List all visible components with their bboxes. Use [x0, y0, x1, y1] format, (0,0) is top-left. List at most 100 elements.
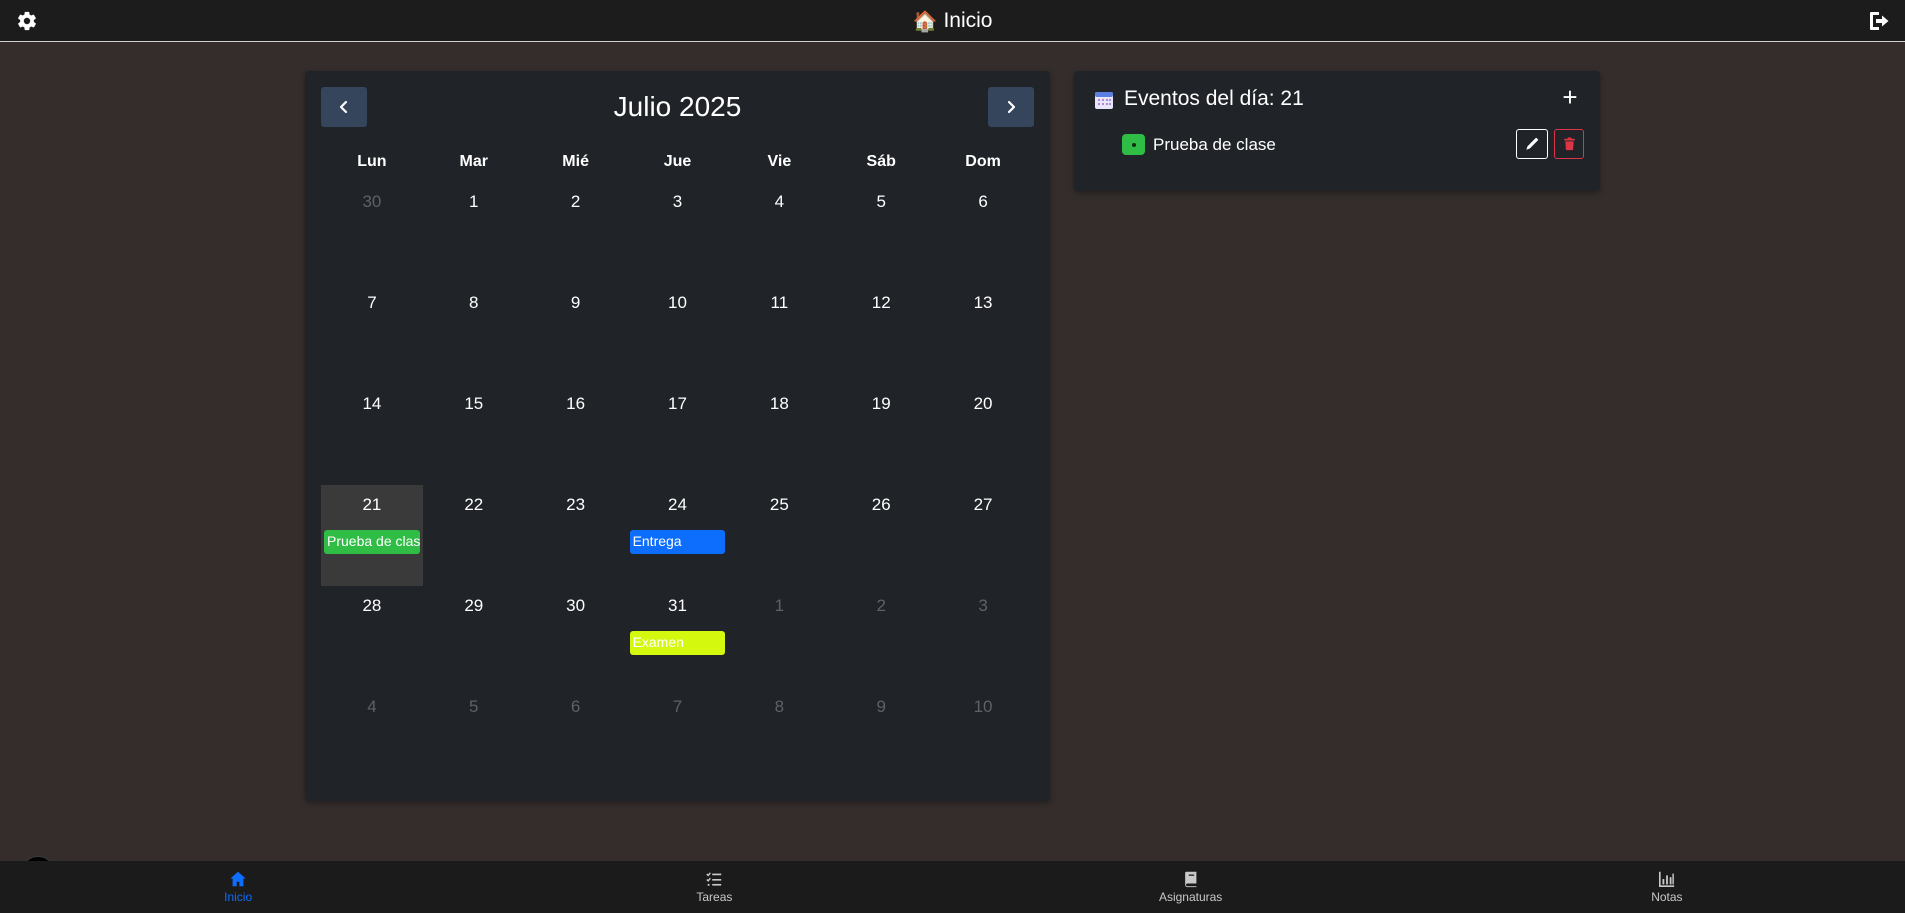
calendar-day[interactable]: 17 [627, 384, 729, 485]
calendar-day[interactable]: 22 [423, 485, 525, 586]
delete-event-button[interactable] [1554, 129, 1584, 159]
calendar-day[interactable]: 5 [423, 687, 525, 788]
day-number: 13 [973, 293, 993, 312]
calendar-event-chip[interactable]: Examen [629, 631, 726, 655]
calendar-day[interactable]: 9 [830, 687, 932, 788]
calendar-day[interactable]: 30 [321, 182, 423, 283]
nav-item-label: Notas [1651, 890, 1683, 904]
day-number: 20 [973, 394, 993, 413]
bar-chart-icon [1658, 871, 1675, 888]
calendar-day[interactable]: 10 [627, 283, 729, 384]
calendar-day[interactable]: 9 [525, 283, 627, 384]
pencil-icon [1526, 137, 1539, 150]
day-number: 31 [668, 596, 687, 615]
calendar-day[interactable]: 30 [525, 586, 627, 687]
nav-item-tareas[interactable]: Tareas [476, 861, 952, 913]
day-number: 7 [367, 293, 377, 312]
day-number: 30 [566, 596, 586, 615]
weekday-label: Lun [357, 153, 387, 170]
day-number: 2 [570, 192, 581, 211]
trash-icon [1563, 137, 1575, 151]
day-number: 3 [978, 596, 988, 615]
calendar-day[interactable]: 14 [321, 384, 423, 485]
calendar-day[interactable]: 2 [830, 586, 932, 687]
day-number: 11 [770, 293, 789, 312]
day-number: 4 [367, 697, 377, 716]
day-number: 24 [668, 495, 687, 514]
calendar-day[interactable]: 25 [728, 485, 830, 586]
calendar-day[interactable]: 4 [728, 182, 830, 283]
calendar-day[interactable]: 31 Examen [627, 586, 729, 687]
day-number: 15 [464, 394, 484, 413]
gear-icon[interactable] [16, 10, 38, 32]
calendar-event-chip[interactable]: Entrega [629, 530, 726, 554]
calendar-day[interactable]: 20 [932, 384, 1034, 485]
day-number: 1 [469, 192, 479, 211]
day-number: 1 [774, 596, 785, 615]
add-event-button[interactable]: + [1558, 84, 1582, 110]
calendar-day[interactable]: 18 [728, 384, 830, 485]
day-number: 22 [464, 495, 484, 514]
calendar-day-selected[interactable]: 21 Prueba de clase [321, 485, 423, 586]
calendar-day[interactable]: 1 [423, 182, 525, 283]
day-number: 4 [774, 192, 785, 211]
nav-item-label: Asignaturas [1158, 890, 1223, 904]
calendar-day[interactable]: 3 [932, 586, 1034, 687]
calendar-day[interactable]: 2 [525, 182, 627, 283]
calendar-day[interactable]: 6 [525, 687, 627, 788]
calendar-event-chip[interactable]: Prueba de clase [324, 530, 420, 554]
top-bar: 🏠 Inicio [0, 0, 1905, 42]
calendar-day[interactable]: 23 [525, 485, 627, 586]
edit-event-button[interactable] [1516, 129, 1548, 159]
calendar-day[interactable]: 27 [932, 485, 1034, 586]
calendar-day[interactable]: 29 [423, 586, 525, 687]
calendar-grid: 30 1 2 3 4 5 6 7 8 9 10 11 12 13 14 15 16 17 18 19 20 21 Prueb… [321, 182, 1034, 788]
day-number: 10 [973, 697, 993, 716]
task-list-icon [706, 872, 722, 886]
chevron-left-icon [339, 100, 348, 114]
calendar-day[interactable]: 28 [321, 586, 423, 687]
page-title: 🏠 Inicio [0, 0, 1905, 42]
calendar-day[interactable]: 24 Entrega [627, 485, 729, 586]
calendar-icon [1095, 92, 1113, 109]
calendar-card: Julio 2025 Lun Mar Mié Jue Vie Sáb Dom 30 1 2 3 4 5… [305, 71, 1050, 801]
calendar-day[interactable]: 4 [321, 687, 423, 788]
day-number: 14 [362, 394, 382, 413]
calendar-day[interactable]: 1 [728, 586, 830, 687]
calendar-day[interactable]: 10 [932, 687, 1034, 788]
calendar-day[interactable]: 13 [932, 283, 1034, 384]
calendar-day[interactable]: 8 [423, 283, 525, 384]
sign-out-icon[interactable] [1867, 9, 1891, 33]
nav-item-asignaturas[interactable]: Asignaturas [953, 861, 1429, 913]
calendar-day[interactable]: 8 [728, 687, 830, 788]
day-events-panel: Eventos del día: 21 + Prueba de clase [1074, 71, 1600, 191]
day-number: 30 [362, 192, 382, 211]
calendar-day[interactable]: 15 [423, 384, 525, 485]
page-title-text: Inicio [943, 9, 993, 32]
calendar-day[interactable]: 12 [830, 283, 932, 384]
calendar-day[interactable]: 3 [627, 182, 729, 283]
calendar-day[interactable]: 26 [830, 485, 932, 586]
calendar-header: Julio 2025 [321, 87, 1034, 127]
event-name: Prueba de clase [1153, 135, 1276, 154]
day-number: 9 [570, 293, 581, 312]
next-month-button[interactable] [988, 87, 1034, 127]
day-number: 9 [876, 697, 886, 716]
home-icon [230, 871, 246, 887]
nav-item-notas[interactable]: Notas [1429, 861, 1905, 913]
calendar-day[interactable]: 11 [728, 283, 830, 384]
day-number: 19 [871, 394, 891, 413]
weekday-label: Dom [965, 153, 1001, 170]
previous-month-button[interactable] [321, 87, 367, 127]
calendar-day[interactable]: 19 [830, 384, 932, 485]
calendar-day[interactable]: 6 [932, 182, 1034, 283]
nav-item-inicio[interactable]: Inicio [0, 861, 476, 913]
calendar-day[interactable]: 16 [525, 384, 627, 485]
day-number: 7 [672, 697, 683, 716]
nav-item-label: Tareas [696, 890, 733, 904]
calendar-day[interactable]: 7 [321, 283, 423, 384]
calendar-day[interactable]: 5 [830, 182, 932, 283]
day-number: 18 [769, 394, 789, 413]
calendar-day[interactable]: 7 [627, 687, 729, 788]
day-number: 8 [774, 697, 785, 716]
